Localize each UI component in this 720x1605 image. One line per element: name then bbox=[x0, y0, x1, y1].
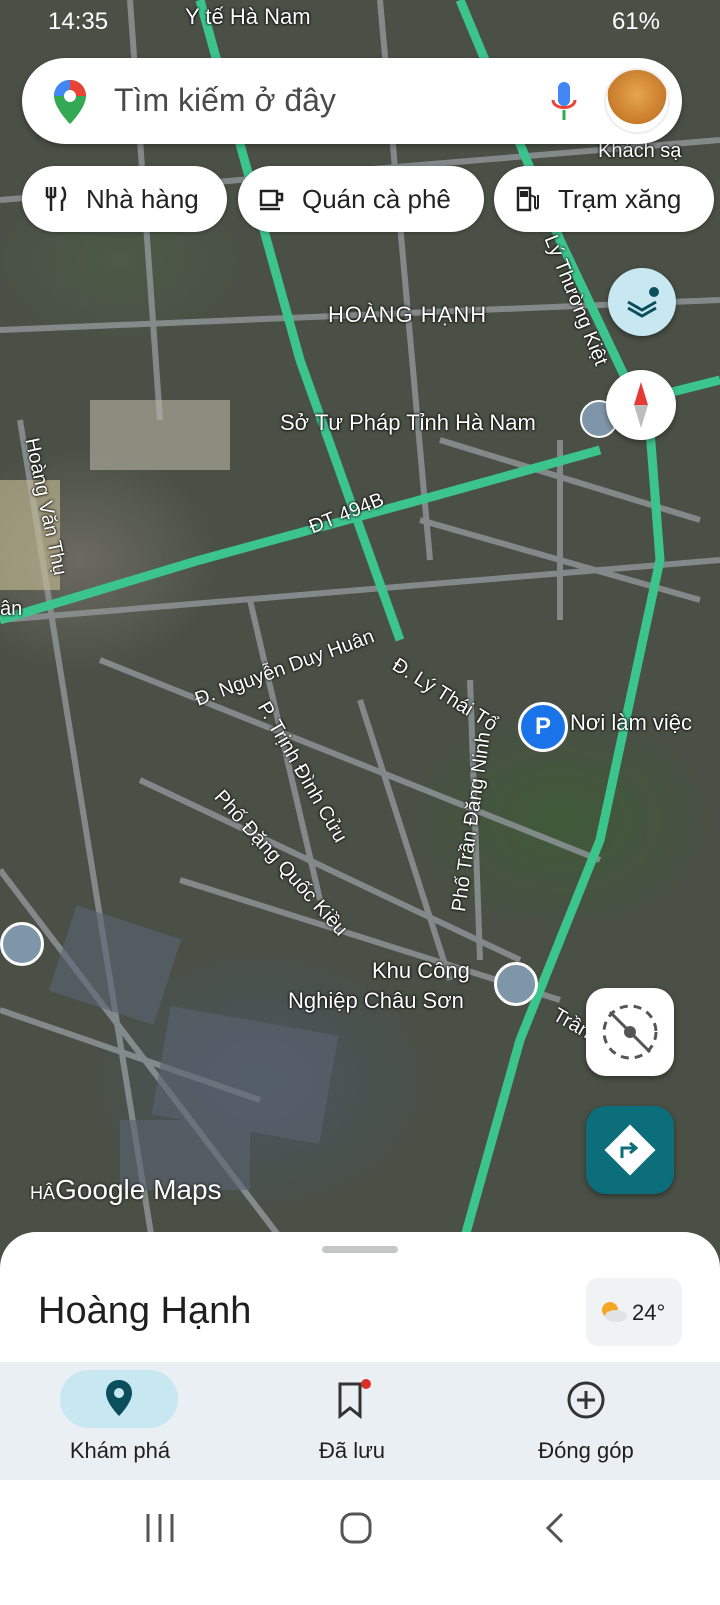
google-maps-watermark: HÂGoogle Maps bbox=[30, 1174, 222, 1205]
status-battery: 61% bbox=[611, 8, 660, 35]
chip-label: Trạm xăng bbox=[558, 183, 682, 214]
coffee-icon bbox=[259, 189, 284, 211]
chip-label: Nhà hàng bbox=[86, 183, 199, 214]
tab-explore[interactable]: Khám phá bbox=[0, 1362, 240, 1480]
tab-contribute[interactable]: Đóng góp bbox=[466, 1362, 706, 1480]
layers-button[interactable] bbox=[608, 268, 676, 336]
restaurant-icon bbox=[45, 186, 67, 211]
back-icon[interactable] bbox=[536, 1508, 576, 1548]
tab-label: Khám phá bbox=[69, 1438, 171, 1463]
system-navigation-bar bbox=[0, 1480, 720, 1605]
location-off-icon bbox=[602, 1004, 658, 1060]
poi-pin-icon[interactable] bbox=[494, 962, 538, 1006]
google-maps-pin-icon bbox=[54, 80, 86, 124]
search-bar[interactable]: Tìm kiếm ở đây bbox=[22, 58, 682, 144]
directions-icon bbox=[604, 1124, 656, 1176]
tab-saved[interactable]: Đã lưu bbox=[232, 1362, 472, 1480]
temperature: 24° bbox=[632, 1300, 666, 1325]
parking-pin-icon[interactable]: P bbox=[518, 702, 568, 752]
map-poi-khu-cong[interactable]: Khu Công bbox=[372, 958, 470, 984]
compass-icon bbox=[634, 382, 648, 428]
search-input[interactable]: Tìm kiếm ở đây bbox=[114, 82, 336, 119]
status-time: 14:35 bbox=[48, 8, 109, 35]
compass-button[interactable] bbox=[606, 370, 676, 440]
chip-restaurants[interactable]: Nhà hàng bbox=[22, 166, 227, 232]
weather-badge[interactable]: 24° bbox=[586, 1278, 682, 1346]
tab-label: Đã lưu bbox=[318, 1438, 386, 1463]
map-area-label: HOÀNG HẠNH bbox=[328, 302, 488, 327]
partly-cloudy-icon bbox=[602, 1302, 627, 1322]
poi-pin-edge-icon[interactable] bbox=[0, 922, 44, 966]
explore-pin-icon bbox=[106, 1380, 132, 1416]
tab-label: Đóng góp bbox=[538, 1438, 634, 1463]
map-poi-noi-lam-viec[interactable]: Nơi làm việc bbox=[570, 710, 692, 736]
bottom-sheet[interactable]: Hoàng Hạnh 24° bbox=[0, 1232, 720, 1362]
avatar[interactable] bbox=[604, 68, 670, 134]
home-icon[interactable] bbox=[336, 1508, 376, 1548]
recenter-button[interactable] bbox=[586, 988, 674, 1076]
gas-station-icon bbox=[516, 186, 539, 212]
recent-apps-icon[interactable] bbox=[140, 1508, 180, 1548]
layers-icon bbox=[627, 287, 659, 318]
place-title: Hoàng Hạnh bbox=[38, 1290, 252, 1332]
status-bar: 14:35 61% bbox=[0, 8, 720, 44]
map-poi-so-tu-phap[interactable]: Sở Tư Pháp Tỉnh Hà Nam bbox=[280, 410, 536, 436]
chip-label: Quán cà phê bbox=[302, 183, 451, 214]
chip-gas-station[interactable]: Trạm xăng bbox=[494, 166, 714, 232]
bookmark-icon bbox=[338, 1379, 371, 1420]
bottom-navigation: Khám phá Đã lưu Đóng góp bbox=[0, 1362, 720, 1480]
chip-coffee[interactable]: Quán cà phê bbox=[238, 166, 484, 232]
mic-icon[interactable] bbox=[550, 80, 578, 122]
sheet-drag-handle[interactable] bbox=[322, 1246, 398, 1253]
street-an: ân bbox=[0, 598, 23, 620]
directions-button[interactable] bbox=[586, 1106, 674, 1194]
add-circle-icon bbox=[567, 1381, 605, 1419]
map-poi-chau-son[interactable]: Nghiệp Châu Sơn bbox=[288, 988, 464, 1014]
